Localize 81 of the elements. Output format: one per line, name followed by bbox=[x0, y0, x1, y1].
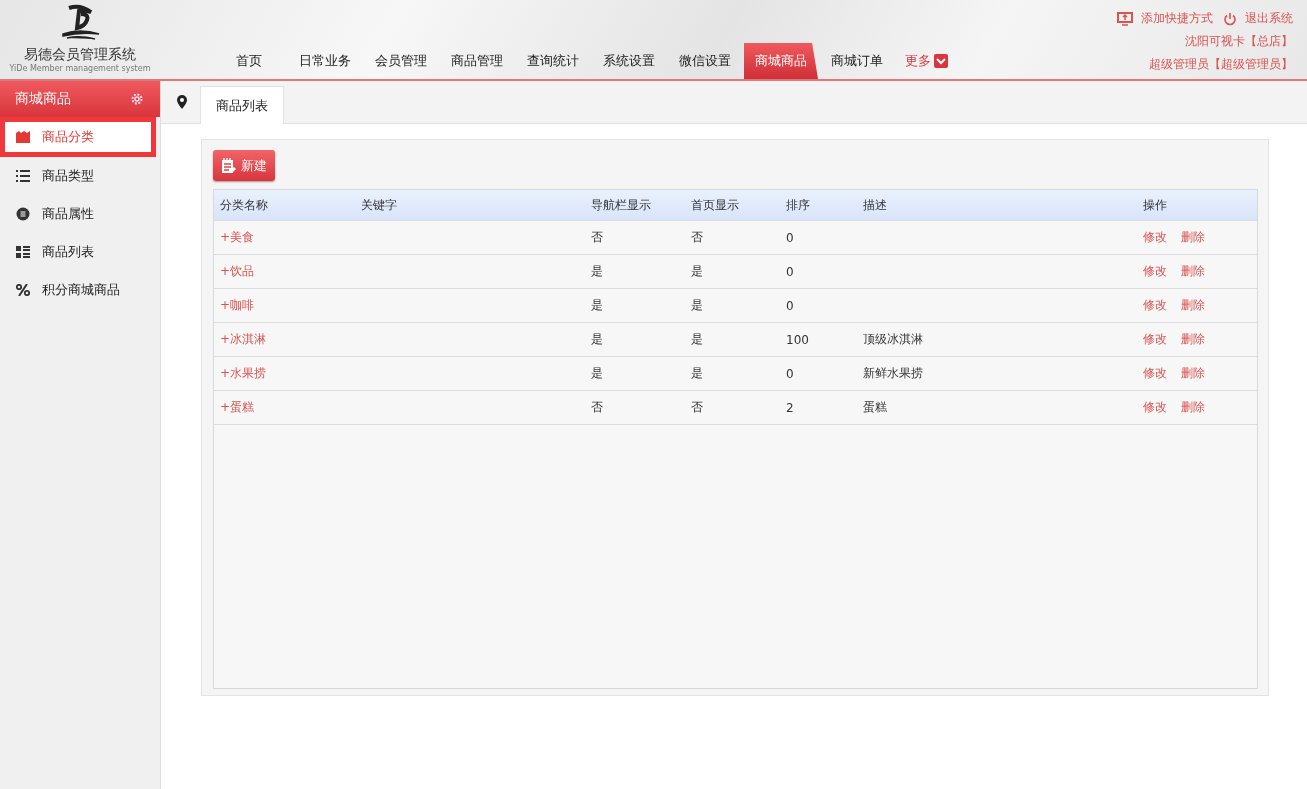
table-cell-text: 0 bbox=[786, 298, 795, 313]
chevron-down-icon bbox=[933, 54, 948, 68]
table-cell-text: 是 bbox=[591, 331, 604, 348]
sidebar-item[interactable]: 商品分类 bbox=[0, 117, 156, 157]
edit-link[interactable]: 修改 bbox=[1143, 331, 1167, 348]
nav-tab[interactable]: 查询统计 bbox=[516, 43, 590, 79]
monitor-icon bbox=[1117, 11, 1133, 26]
category-name-link[interactable]: +水果捞 bbox=[220, 366, 267, 380]
sidebar-item[interactable]: 商品属性 bbox=[0, 195, 160, 233]
list-icon bbox=[16, 170, 30, 182]
column-header: 排序 bbox=[786, 196, 811, 214]
delete-link[interactable]: 删除 bbox=[1181, 297, 1205, 314]
table-cell: 新鲜水果捞 bbox=[863, 366, 923, 380]
edit-link[interactable]: 修改 bbox=[1143, 399, 1167, 416]
sidebar-item[interactable]: 积分商城商品 bbox=[0, 271, 160, 309]
delete-link[interactable]: 删除 bbox=[1181, 365, 1205, 382]
table-cell: 蛋糕 bbox=[863, 400, 887, 414]
coin-icon bbox=[16, 207, 30, 221]
nav-tab[interactable]: 日常业务 bbox=[288, 43, 362, 79]
table-cell-text: 0 bbox=[786, 366, 795, 381]
new-button[interactable]: 新建 bbox=[213, 150, 275, 181]
table-cell-text: 是 bbox=[691, 331, 704, 348]
nav-tab[interactable]: 系统设置 bbox=[592, 43, 666, 79]
table-cell-text: 2 bbox=[786, 400, 795, 415]
table-cell-text: 否 bbox=[591, 229, 604, 246]
edit-link[interactable]: 修改 bbox=[1143, 365, 1167, 382]
notepad-icon bbox=[221, 157, 236, 174]
table-cell-text: 否 bbox=[591, 399, 604, 416]
factory-icon bbox=[16, 131, 30, 143]
table-cell-text: 是 bbox=[591, 297, 604, 314]
delete-link[interactable]: 删除 bbox=[1181, 229, 1205, 246]
column-header: 操作 bbox=[1143, 196, 1168, 214]
edit-link[interactable]: 修改 bbox=[1143, 263, 1167, 280]
column-header: 描述 bbox=[863, 196, 888, 214]
delete-link[interactable]: 删除 bbox=[1181, 399, 1205, 416]
header-link[interactable]: 退出系统 bbox=[1245, 10, 1293, 27]
edit-link[interactable]: 修改 bbox=[1143, 229, 1167, 246]
nav-tab[interactable]: 商品管理 bbox=[440, 43, 514, 79]
table-cell-text: 100 bbox=[786, 332, 810, 347]
more-menu[interactable]: 更多 bbox=[896, 43, 956, 79]
column-header: 关键字 bbox=[361, 196, 398, 214]
sidebar-title: 商城商品 bbox=[15, 90, 71, 108]
user-name: 超级管理员【超级管理员】 bbox=[1149, 56, 1293, 73]
table-cell: 顶级冰淇淋 bbox=[863, 332, 923, 346]
logo-title: 易德会员管理系统 bbox=[24, 46, 136, 64]
sidebar-item[interactable]: 商品列表 bbox=[0, 233, 160, 271]
delete-link[interactable]: 删除 bbox=[1181, 263, 1205, 280]
table-cell-text: 否 bbox=[691, 399, 704, 416]
header-link[interactable]: 添加快捷方式 bbox=[1141, 10, 1213, 27]
table-cell-text: 是 bbox=[591, 263, 604, 280]
category-name-link[interactable]: +美食 bbox=[220, 230, 255, 244]
column-header: 导航栏显示 bbox=[591, 196, 652, 214]
category-name-link[interactable]: +饮品 bbox=[220, 264, 255, 278]
table-cell-text: 是 bbox=[691, 297, 704, 314]
category-name-link[interactable]: +冰淇淋 bbox=[220, 332, 267, 346]
page-tab[interactable]: 商品列表 bbox=[200, 86, 284, 124]
settings-icon bbox=[130, 92, 144, 106]
table-cell-text: 0 bbox=[786, 230, 795, 245]
category-name-link[interactable]: +咖啡 bbox=[220, 298, 255, 312]
column-header: 首页显示 bbox=[691, 196, 740, 214]
store-name: 沈阳可视卡【总店】 bbox=[1185, 33, 1293, 50]
table-cell-text: 是 bbox=[591, 365, 604, 382]
column-header: 分类名称 bbox=[219, 196, 269, 214]
table-cell-text: 是 bbox=[691, 365, 704, 382]
logo-subtitle: YiDe Member management system bbox=[9, 64, 151, 73]
edit-link[interactable]: 修改 bbox=[1143, 297, 1167, 314]
category-name-link[interactable]: +蛋糕 bbox=[220, 400, 255, 414]
nav-tab[interactable]: 商城商品 bbox=[744, 43, 818, 79]
power-icon bbox=[1223, 11, 1237, 26]
percent-icon bbox=[16, 284, 30, 296]
location-pin-icon bbox=[177, 95, 187, 109]
grid-icon bbox=[16, 246, 30, 258]
nav-tab[interactable]: 会员管理 bbox=[364, 43, 438, 79]
sidebar-item[interactable]: 商品类型 bbox=[0, 157, 160, 195]
nav-tab[interactable]: 首页 bbox=[212, 43, 286, 79]
table-cell-text: 是 bbox=[691, 263, 704, 280]
delete-link[interactable]: 删除 bbox=[1181, 331, 1205, 348]
table-cell-text: 否 bbox=[691, 229, 704, 246]
nav-tab[interactable]: 微信设置 bbox=[668, 43, 742, 79]
table-cell-text: 0 bbox=[786, 264, 795, 279]
nav-tab[interactable]: 商城订单 bbox=[820, 43, 894, 79]
